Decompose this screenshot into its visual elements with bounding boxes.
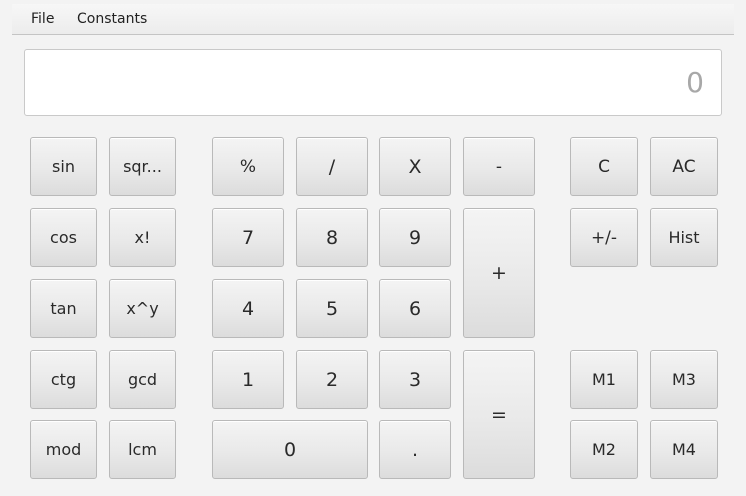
lcm-button[interactable]: lcm: [109, 420, 176, 479]
sqrt-button[interactable]: sqr...: [109, 137, 176, 196]
subtract-button[interactable]: -: [463, 137, 535, 196]
divide-button[interactable]: /: [296, 137, 368, 196]
history-button[interactable]: Hist: [650, 208, 718, 267]
memory-4-button[interactable]: M4: [650, 420, 718, 479]
digit-1-button[interactable]: 1: [212, 350, 284, 409]
sin-button[interactable]: sin: [30, 137, 97, 196]
equals-button[interactable]: =: [463, 350, 535, 479]
percent-button[interactable]: %: [212, 137, 284, 196]
digit-2-button[interactable]: 2: [296, 350, 368, 409]
factorial-button[interactable]: x!: [109, 208, 176, 267]
decimal-button[interactable]: .: [379, 420, 451, 479]
memory-3-button[interactable]: M3: [650, 350, 718, 409]
clear-button[interactable]: C: [570, 137, 638, 196]
digit-5-button[interactable]: 5: [296, 279, 368, 338]
multiply-button[interactable]: X: [379, 137, 451, 196]
add-button[interactable]: +: [463, 208, 535, 338]
gcd-button[interactable]: gcd: [109, 350, 176, 409]
digit-0-button[interactable]: 0: [212, 420, 368, 479]
memory-2-button[interactable]: M2: [570, 420, 638, 479]
digit-6-button[interactable]: 6: [379, 279, 451, 338]
mod-button[interactable]: mod: [30, 420, 97, 479]
memory-1-button[interactable]: M1: [570, 350, 638, 409]
calculator-display: 0: [24, 49, 722, 116]
menu-constants[interactable]: Constants: [70, 4, 154, 34]
negate-button[interactable]: +/-: [570, 208, 638, 267]
digit-9-button[interactable]: 9: [379, 208, 451, 267]
cos-button[interactable]: cos: [30, 208, 97, 267]
power-button[interactable]: x^y: [109, 279, 176, 338]
digit-4-button[interactable]: 4: [212, 279, 284, 338]
all-clear-button[interactable]: AC: [650, 137, 718, 196]
ctg-button[interactable]: ctg: [30, 350, 97, 409]
menu-file[interactable]: File: [24, 4, 61, 34]
digit-3-button[interactable]: 3: [379, 350, 451, 409]
menu-bar: File Constants: [12, 4, 734, 35]
tan-button[interactable]: tan: [30, 279, 97, 338]
digit-8-button[interactable]: 8: [296, 208, 368, 267]
digit-7-button[interactable]: 7: [212, 208, 284, 267]
